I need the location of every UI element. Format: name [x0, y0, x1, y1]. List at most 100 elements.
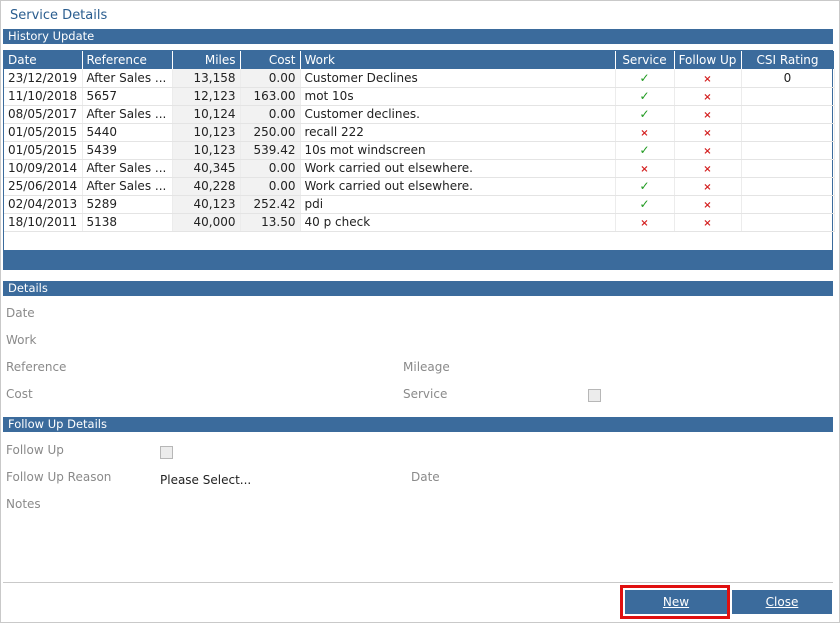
cell-reference: After Sales ... — [82, 105, 173, 124]
check-icon: ✓ — [639, 143, 650, 157]
cross-icon: × — [703, 164, 712, 175]
cell-date: 11/10/2018 — [4, 87, 83, 106]
follow-up-section-header: Follow Up Details — [3, 417, 833, 432]
cell-follow-up: × — [674, 159, 742, 178]
cell-cost: 0.00 — [240, 69, 301, 88]
table-row[interactable]: 25/06/2014 After Sales ... 40,228 0.00 Work … — [4, 177, 835, 196]
cell-reference: After Sales ... — [82, 69, 173, 88]
cell-follow-up: × — [674, 195, 742, 214]
column-header-reference[interactable]: Reference — [82, 51, 173, 69]
cell-miles: 10,123 — [172, 141, 241, 160]
cell-work: 10s mot windscreen — [300, 141, 616, 160]
cell-cost: 163.00 — [240, 87, 301, 106]
cell-csi-rating — [741, 177, 835, 196]
cell-work: pdi — [300, 195, 616, 214]
cell-date: 10/09/2014 — [4, 159, 83, 178]
history-grid[interactable]: Date Reference Miles Cost Work Service F… — [3, 50, 835, 270]
cell-miles: 40,345 — [172, 159, 241, 178]
grid-footer-bar — [4, 250, 832, 269]
cell-service: ✓ — [615, 195, 675, 214]
details-service-label: Service — [403, 387, 448, 401]
cross-icon: × — [703, 218, 712, 229]
check-icon: ✓ — [639, 197, 650, 211]
cell-service: × — [615, 213, 675, 232]
cell-service: ✓ — [615, 69, 675, 88]
history-table: Date Reference Miles Cost Work Service F… — [4, 51, 835, 232]
cell-cost: 0.00 — [240, 177, 301, 196]
table-row[interactable]: 18/10/2011 5138 40,000 13.50 40 p check × × — [4, 213, 835, 232]
window-title: Service Details — [10, 8, 108, 23]
cell-follow-up: × — [674, 213, 742, 232]
new-button[interactable]: New — [625, 590, 727, 614]
column-header-miles[interactable]: Miles — [172, 51, 241, 69]
column-header-csi-rating[interactable]: CSI Rating — [741, 51, 835, 69]
check-icon: ✓ — [639, 70, 650, 85]
cell-reference: 5439 — [82, 141, 173, 160]
cell-date: 02/04/2013 — [4, 195, 83, 214]
cell-cost: 252.42 — [240, 195, 301, 214]
cross-icon: × — [703, 110, 712, 121]
cell-date: 23/12/2019 — [4, 69, 83, 88]
cell-work: Customer Declines — [300, 69, 616, 88]
cell-miles: 10,124 — [172, 105, 241, 124]
cell-service: × — [615, 123, 675, 142]
cross-icon: × — [640, 164, 649, 175]
follow-up-date-label: Date — [411, 470, 440, 484]
table-row[interactable]: 08/05/2017 After Sales ... 10,124 0.00 Custo… — [4, 105, 835, 124]
history-section-header: History Update — [3, 29, 833, 44]
column-header-follow-up[interactable]: Follow Up — [674, 51, 742, 69]
cell-miles: 40,228 — [172, 177, 241, 196]
check-icon: ✓ — [639, 179, 650, 193]
cell-work: Customer declines. — [300, 105, 616, 124]
service-checkbox[interactable] — [588, 389, 601, 402]
table-row[interactable]: 11/10/2018 5657 12,123 163.00 mot 10s ✓ × — [4, 87, 835, 106]
details-work-label: Work — [6, 333, 37, 347]
details-date-label: Date — [6, 306, 35, 320]
cell-service: ✓ — [615, 105, 675, 124]
details-mileage-label: Mileage — [403, 360, 450, 374]
cell-miles: 10,123 — [172, 123, 241, 142]
table-row[interactable]: 23/12/2019 After Sales ... 13,158 0.00 Custo… — [4, 69, 835, 88]
cell-service: × — [615, 159, 675, 178]
cell-reference: 5138 — [82, 213, 173, 232]
follow-up-reason-label: Follow Up Reason — [6, 470, 112, 484]
cell-cost: 0.00 — [240, 159, 301, 178]
cross-icon: × — [640, 128, 649, 139]
cell-follow-up: × — [674, 141, 742, 160]
table-row[interactable]: 10/09/2014 After Sales ... 40,345 0.00 Work … — [4, 159, 835, 178]
column-header-date[interactable]: Date — [4, 51, 83, 69]
column-header-cost[interactable]: Cost — [240, 51, 301, 69]
table-row[interactable]: 01/05/2015 5439 10,123 539.42 10s mot windsc… — [4, 141, 835, 160]
follow-up-label: Follow Up — [6, 443, 64, 457]
table-row[interactable]: 02/04/2013 5289 40,123 252.42 pdi ✓ × — [4, 195, 835, 214]
cross-icon: × — [703, 73, 712, 85]
cross-icon: × — [703, 128, 712, 139]
cell-date: 08/05/2017 — [4, 105, 83, 124]
cell-miles: 40,000 — [172, 213, 241, 232]
table-row[interactable]: 01/05/2015 5440 10,123 250.00 recall 222 × × — [4, 123, 835, 142]
cell-miles: 40,123 — [172, 195, 241, 214]
close-button[interactable]: Close — [732, 590, 832, 614]
cell-cost: 0.00 — [240, 105, 301, 124]
footer-divider — [3, 582, 833, 583]
cell-csi-rating — [741, 141, 835, 160]
cell-follow-up: × — [674, 177, 742, 196]
cell-work: recall 222 — [300, 123, 616, 142]
cell-reference: After Sales ... — [82, 177, 173, 196]
follow-up-reason-select[interactable]: Please Select... — [160, 473, 251, 487]
cell-service: ✓ — [615, 87, 675, 106]
column-header-work[interactable]: Work — [300, 51, 616, 69]
cell-date: 18/10/2011 — [4, 213, 83, 232]
cell-miles: 13,158 — [172, 69, 241, 88]
check-icon: ✓ — [639, 89, 650, 103]
column-header-service[interactable]: Service — [615, 51, 675, 69]
cell-work: 40 p check — [300, 213, 616, 232]
details-reference-label: Reference — [6, 360, 67, 374]
cross-icon: × — [703, 200, 712, 211]
cell-date: 25/06/2014 — [4, 177, 83, 196]
cell-csi-rating — [741, 195, 835, 214]
follow-up-checkbox[interactable] — [160, 446, 173, 459]
check-icon: ✓ — [639, 107, 650, 121]
cell-work: Work carried out elsewhere. — [300, 159, 616, 178]
cell-csi-rating — [741, 123, 835, 142]
